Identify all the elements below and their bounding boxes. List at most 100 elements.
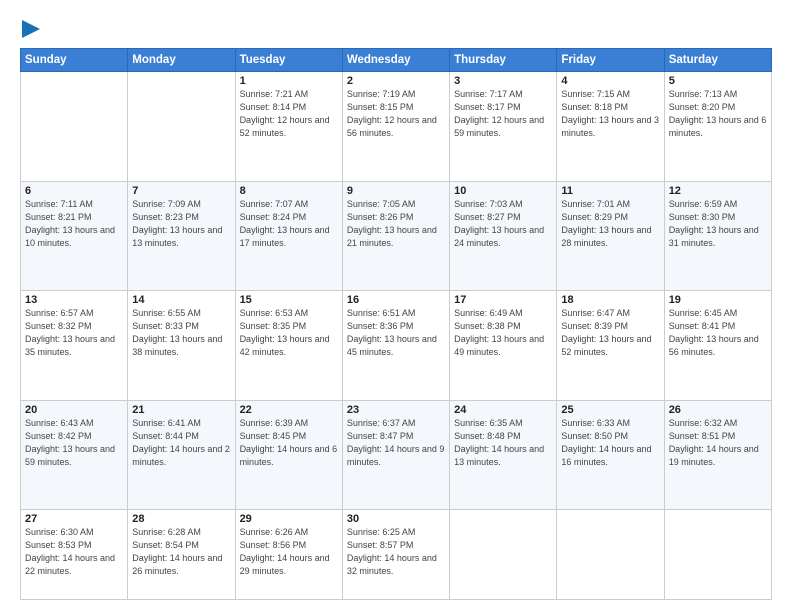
- header: [20, 18, 772, 38]
- day-info: Sunrise: 7:07 AM Sunset: 8:24 PM Dayligh…: [240, 198, 338, 250]
- calendar-cell: 23Sunrise: 6:37 AM Sunset: 8:47 PM Dayli…: [342, 400, 449, 510]
- day-number: 4: [561, 75, 659, 87]
- day-number: 10: [454, 185, 552, 197]
- day-info: Sunrise: 6:26 AM Sunset: 8:56 PM Dayligh…: [240, 526, 338, 578]
- day-number: 23: [347, 404, 445, 416]
- day-info: Sunrise: 6:45 AM Sunset: 8:41 PM Dayligh…: [669, 307, 767, 359]
- week-row-2: 6Sunrise: 7:11 AM Sunset: 8:21 PM Daylig…: [21, 181, 772, 291]
- day-info: Sunrise: 6:33 AM Sunset: 8:50 PM Dayligh…: [561, 417, 659, 469]
- calendar-body: 1Sunrise: 7:21 AM Sunset: 8:14 PM Daylig…: [21, 72, 772, 600]
- calendar: SundayMondayTuesdayWednesdayThursdayFrid…: [20, 48, 772, 600]
- day-number: 19: [669, 294, 767, 306]
- day-number: 11: [561, 185, 659, 197]
- day-info: Sunrise: 6:53 AM Sunset: 8:35 PM Dayligh…: [240, 307, 338, 359]
- day-number: 16: [347, 294, 445, 306]
- week-row-1: 1Sunrise: 7:21 AM Sunset: 8:14 PM Daylig…: [21, 72, 772, 182]
- week-row-4: 20Sunrise: 6:43 AM Sunset: 8:42 PM Dayli…: [21, 400, 772, 510]
- day-number: 29: [240, 513, 338, 525]
- day-number: 28: [132, 513, 230, 525]
- day-info: Sunrise: 6:51 AM Sunset: 8:36 PM Dayligh…: [347, 307, 445, 359]
- day-info: Sunrise: 6:47 AM Sunset: 8:39 PM Dayligh…: [561, 307, 659, 359]
- calendar-cell: 26Sunrise: 6:32 AM Sunset: 8:51 PM Dayli…: [664, 400, 771, 510]
- day-number: 20: [25, 404, 123, 416]
- calendar-cell: 27Sunrise: 6:30 AM Sunset: 8:53 PM Dayli…: [21, 510, 128, 600]
- calendar-cell: 21Sunrise: 6:41 AM Sunset: 8:44 PM Dayli…: [128, 400, 235, 510]
- calendar-cell: 24Sunrise: 6:35 AM Sunset: 8:48 PM Dayli…: [450, 400, 557, 510]
- calendar-cell: [128, 72, 235, 182]
- day-info: Sunrise: 7:03 AM Sunset: 8:27 PM Dayligh…: [454, 198, 552, 250]
- day-number: 21: [132, 404, 230, 416]
- page: SundayMondayTuesdayWednesdayThursdayFrid…: [0, 0, 792, 612]
- day-number: 9: [347, 185, 445, 197]
- calendar-cell: 10Sunrise: 7:03 AM Sunset: 8:27 PM Dayli…: [450, 181, 557, 291]
- calendar-cell: 9Sunrise: 7:05 AM Sunset: 8:26 PM Daylig…: [342, 181, 449, 291]
- day-info: Sunrise: 7:05 AM Sunset: 8:26 PM Dayligh…: [347, 198, 445, 250]
- day-info: Sunrise: 6:57 AM Sunset: 8:32 PM Dayligh…: [25, 307, 123, 359]
- day-number: 15: [240, 294, 338, 306]
- calendar-cell: 5Sunrise: 7:13 AM Sunset: 8:20 PM Daylig…: [664, 72, 771, 182]
- weekday-header-friday: Friday: [557, 49, 664, 72]
- calendar-cell: 30Sunrise: 6:25 AM Sunset: 8:57 PM Dayli…: [342, 510, 449, 600]
- day-info: Sunrise: 6:59 AM Sunset: 8:30 PM Dayligh…: [669, 198, 767, 250]
- day-number: 14: [132, 294, 230, 306]
- day-number: 26: [669, 404, 767, 416]
- day-info: Sunrise: 7:01 AM Sunset: 8:29 PM Dayligh…: [561, 198, 659, 250]
- day-info: Sunrise: 7:13 AM Sunset: 8:20 PM Dayligh…: [669, 88, 767, 140]
- day-info: Sunrise: 6:35 AM Sunset: 8:48 PM Dayligh…: [454, 417, 552, 469]
- day-number: 30: [347, 513, 445, 525]
- calendar-cell: 7Sunrise: 7:09 AM Sunset: 8:23 PM Daylig…: [128, 181, 235, 291]
- day-number: 27: [25, 513, 123, 525]
- weekday-header-row: SundayMondayTuesdayWednesdayThursdayFrid…: [21, 49, 772, 72]
- calendar-cell: [21, 72, 128, 182]
- calendar-cell: 19Sunrise: 6:45 AM Sunset: 8:41 PM Dayli…: [664, 291, 771, 401]
- day-info: Sunrise: 7:21 AM Sunset: 8:14 PM Dayligh…: [240, 88, 338, 140]
- calendar-cell: 14Sunrise: 6:55 AM Sunset: 8:33 PM Dayli…: [128, 291, 235, 401]
- day-info: Sunrise: 7:11 AM Sunset: 8:21 PM Dayligh…: [25, 198, 123, 250]
- calendar-cell: [450, 510, 557, 600]
- day-info: Sunrise: 7:17 AM Sunset: 8:17 PM Dayligh…: [454, 88, 552, 140]
- weekday-header-monday: Monday: [128, 49, 235, 72]
- calendar-cell: 28Sunrise: 6:28 AM Sunset: 8:54 PM Dayli…: [128, 510, 235, 600]
- calendar-cell: 17Sunrise: 6:49 AM Sunset: 8:38 PM Dayli…: [450, 291, 557, 401]
- calendar-cell: 18Sunrise: 6:47 AM Sunset: 8:39 PM Dayli…: [557, 291, 664, 401]
- calendar-cell: 6Sunrise: 7:11 AM Sunset: 8:21 PM Daylig…: [21, 181, 128, 291]
- day-number: 18: [561, 294, 659, 306]
- logo: [20, 18, 40, 38]
- day-number: 17: [454, 294, 552, 306]
- day-info: Sunrise: 6:39 AM Sunset: 8:45 PM Dayligh…: [240, 417, 338, 469]
- calendar-cell: [664, 510, 771, 600]
- day-info: Sunrise: 6:55 AM Sunset: 8:33 PM Dayligh…: [132, 307, 230, 359]
- day-info: Sunrise: 6:37 AM Sunset: 8:47 PM Dayligh…: [347, 417, 445, 469]
- calendar-cell: [557, 510, 664, 600]
- calendar-cell: 2Sunrise: 7:19 AM Sunset: 8:15 PM Daylig…: [342, 72, 449, 182]
- day-number: 3: [454, 75, 552, 87]
- weekday-header-tuesday: Tuesday: [235, 49, 342, 72]
- day-info: Sunrise: 6:49 AM Sunset: 8:38 PM Dayligh…: [454, 307, 552, 359]
- calendar-cell: 8Sunrise: 7:07 AM Sunset: 8:24 PM Daylig…: [235, 181, 342, 291]
- day-info: Sunrise: 6:41 AM Sunset: 8:44 PM Dayligh…: [132, 417, 230, 469]
- calendar-cell: 29Sunrise: 6:26 AM Sunset: 8:56 PM Dayli…: [235, 510, 342, 600]
- day-number: 7: [132, 185, 230, 197]
- calendar-cell: 13Sunrise: 6:57 AM Sunset: 8:32 PM Dayli…: [21, 291, 128, 401]
- week-row-3: 13Sunrise: 6:57 AM Sunset: 8:32 PM Dayli…: [21, 291, 772, 401]
- day-number: 22: [240, 404, 338, 416]
- day-info: Sunrise: 7:15 AM Sunset: 8:18 PM Dayligh…: [561, 88, 659, 140]
- calendar-cell: 1Sunrise: 7:21 AM Sunset: 8:14 PM Daylig…: [235, 72, 342, 182]
- calendar-cell: 11Sunrise: 7:01 AM Sunset: 8:29 PM Dayli…: [557, 181, 664, 291]
- day-number: 12: [669, 185, 767, 197]
- calendar-cell: 3Sunrise: 7:17 AM Sunset: 8:17 PM Daylig…: [450, 72, 557, 182]
- day-number: 24: [454, 404, 552, 416]
- calendar-cell: 4Sunrise: 7:15 AM Sunset: 8:18 PM Daylig…: [557, 72, 664, 182]
- day-info: Sunrise: 7:09 AM Sunset: 8:23 PM Dayligh…: [132, 198, 230, 250]
- day-info: Sunrise: 6:30 AM Sunset: 8:53 PM Dayligh…: [25, 526, 123, 578]
- day-number: 8: [240, 185, 338, 197]
- weekday-header-thursday: Thursday: [450, 49, 557, 72]
- calendar-cell: 15Sunrise: 6:53 AM Sunset: 8:35 PM Dayli…: [235, 291, 342, 401]
- weekday-header-wednesday: Wednesday: [342, 49, 449, 72]
- day-info: Sunrise: 6:43 AM Sunset: 8:42 PM Dayligh…: [25, 417, 123, 469]
- logo-icon: [22, 18, 40, 40]
- day-info: Sunrise: 6:28 AM Sunset: 8:54 PM Dayligh…: [132, 526, 230, 578]
- day-info: Sunrise: 6:25 AM Sunset: 8:57 PM Dayligh…: [347, 526, 445, 578]
- calendar-cell: 16Sunrise: 6:51 AM Sunset: 8:36 PM Dayli…: [342, 291, 449, 401]
- calendar-cell: 20Sunrise: 6:43 AM Sunset: 8:42 PM Dayli…: [21, 400, 128, 510]
